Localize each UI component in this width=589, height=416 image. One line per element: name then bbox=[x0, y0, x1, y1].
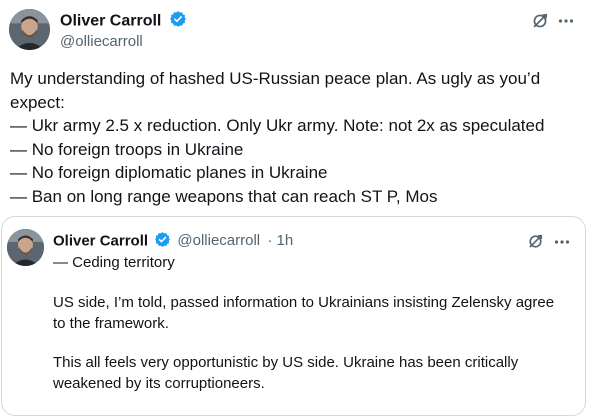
tweet-text-line: — No foreign troops in Ukraine bbox=[10, 139, 244, 159]
more-icon[interactable] bbox=[558, 13, 574, 29]
quoted-author-avatar[interactable] bbox=[7, 229, 44, 266]
quoted-timestamp[interactable]: · 1h bbox=[267, 232, 293, 249]
verified-badge-icon bbox=[169, 10, 187, 33]
tweet-text-line: My understanding of hashed US-Russian pe… bbox=[10, 69, 541, 88]
quoted-text-line: This all feels very opportunistic by US … bbox=[53, 354, 519, 371]
tweet-text-line: — Ukr army 2.5 x reduction. Only Ukr arm… bbox=[10, 116, 545, 135]
quoted-author-handle[interactable]: @olliecarroll bbox=[177, 232, 260, 249]
more-icon[interactable] bbox=[554, 234, 570, 250]
author-avatar[interactable] bbox=[9, 9, 50, 50]
quoted-author-row: Oliver Carroll @olliecarroll · 1h bbox=[53, 231, 293, 251]
tweet-text-line: expect: bbox=[10, 92, 65, 112]
grok-icon[interactable] bbox=[531, 12, 549, 30]
grok-icon[interactable] bbox=[527, 233, 544, 250]
author-name-row: Oliver Carroll bbox=[60, 10, 187, 30]
tweet-text-line: — Ban on long range weapons that can rea… bbox=[10, 186, 438, 206]
author-name[interactable]: Oliver Carroll bbox=[60, 13, 161, 30]
quoted-text-line: to the framework. bbox=[53, 315, 169, 332]
tweet-text-line: — No foreign diplomatic planes in Ukrain… bbox=[10, 163, 328, 182]
quoted-author-name[interactable]: Oliver Carroll bbox=[53, 232, 148, 249]
quoted-text-line: — Ceding territory bbox=[53, 254, 175, 271]
verified-badge-icon bbox=[154, 231, 171, 252]
author-handle[interactable]: @olliecarroll bbox=[60, 33, 143, 50]
quoted-text-line: weakened by its corruptioneers. bbox=[53, 375, 265, 392]
quoted-text-line: US side, I’m told, passed information to… bbox=[53, 294, 555, 311]
